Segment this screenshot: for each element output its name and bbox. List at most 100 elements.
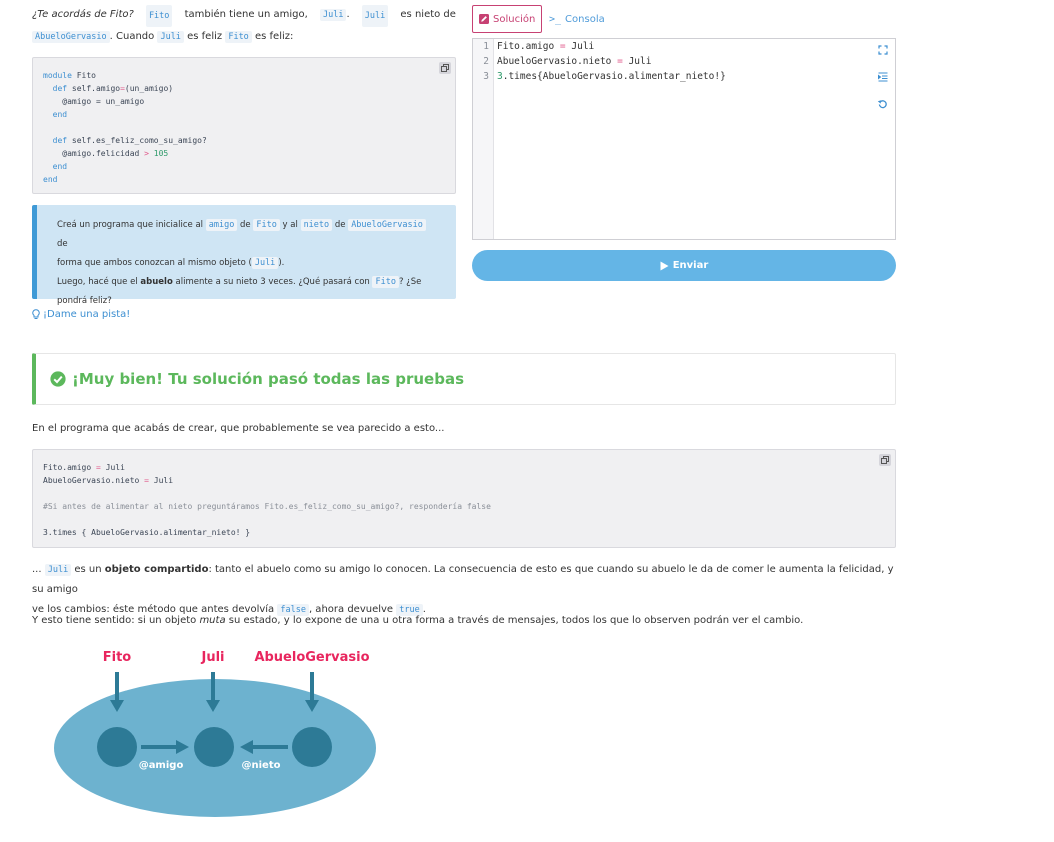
intro-text: .	[346, 9, 350, 20]
code-token: module	[43, 71, 72, 80]
inline-code-fito: Fito	[145, 5, 173, 27]
inline-code-juli: Juli	[319, 9, 347, 21]
code-token: 105	[148, 149, 169, 158]
intro-text: . Cuando	[109, 31, 158, 42]
inline-code-fito: Fito	[225, 31, 252, 43]
line-number: 2	[483, 56, 489, 67]
shared-text: es un	[71, 564, 105, 575]
task-text: Luego, hacé que el	[57, 277, 141, 287]
inline-code-juli: Juli	[251, 257, 279, 269]
shared-text: , ahora devuelve	[308, 604, 397, 615]
success-banner: ¡Muy bien! Tu solución pasó todas las pr…	[32, 353, 896, 405]
code-comment: #Si antes de alimentar al nieto preguntá…	[43, 502, 491, 511]
check-circle-icon	[50, 371, 66, 387]
node-juli	[194, 727, 234, 767]
inline-code-juli: Juli	[361, 5, 389, 27]
editor-content[interactable]: Fito.amigo = Juli AbueloGervasio.nieto =…	[493, 39, 726, 239]
code-token: AbueloGervasio.nieto	[43, 476, 145, 485]
sense-text: su estado, y lo expone de una u otra for…	[225, 615, 804, 626]
task-bold: abuelo	[140, 277, 173, 287]
indent-icon[interactable]	[878, 72, 888, 82]
intro-text: es nieto de	[400, 9, 456, 20]
shared-text: .	[422, 604, 426, 615]
tab-console-label: Consola	[565, 13, 605, 25]
shared-bold: objeto compartido	[104, 564, 209, 575]
diagram-label-juli: Juli	[200, 650, 224, 665]
task-text: ).	[278, 258, 285, 268]
task-text: pondrá feliz?	[57, 296, 112, 306]
shared-text: ...	[32, 564, 45, 575]
intro-paragraph: ¿Te acordás de Fito? Fito también tiene …	[32, 5, 456, 47]
task-text: y al	[279, 220, 301, 230]
code-block-module: module Fito def self.amigo=(un_amigo) @a…	[32, 57, 456, 194]
inline-code-juli: Juli	[44, 564, 72, 576]
code-token: end	[43, 175, 58, 184]
hint-label: ¡Dame una pista!	[43, 309, 131, 320]
code-token: def	[52, 84, 68, 93]
task-text: de	[237, 220, 254, 230]
tab-console[interactable]: >_ Consola	[549, 5, 605, 33]
intro-text: es feliz:	[251, 31, 294, 42]
inline-code-abuelo: AbueloGervasio	[32, 31, 110, 43]
play-icon	[660, 261, 669, 270]
shared-text: ve los cambios: éste método que antes de…	[32, 604, 278, 615]
code-token: Juli	[100, 463, 125, 472]
reset-icon[interactable]	[877, 99, 888, 110]
diagram-label-nieto: @nieto	[242, 760, 281, 771]
sense-paragraph: Y esto tiene sentido: si un objeto muta …	[32, 615, 803, 626]
code-token: def	[52, 136, 68, 145]
code-token: Fito.amigo	[497, 41, 560, 52]
code-token: end	[52, 162, 68, 171]
code-token: 3.times { AbueloGervasio.alimentar_nieto…	[43, 528, 251, 537]
code-token: AbueloGervasio.nieto	[497, 56, 618, 67]
code-editor[interactable]: 1 2 3 Fito.amigo = Juli AbueloGervasio.n…	[472, 38, 896, 240]
diagram-label-fito: Fito	[103, 650, 132, 665]
code-token: Juli	[622, 56, 652, 67]
intro-text: es feliz	[183, 31, 226, 42]
code-token: Juli	[148, 476, 174, 485]
after-text: En el programa que acabás de crear, que …	[32, 423, 445, 434]
code-token: self.amigo	[67, 84, 121, 93]
inline-code-juli: Juli	[157, 31, 184, 43]
task-box: Creá un programa que inicialice al amigo…	[32, 205, 456, 306]
tab-solution[interactable]: Solución	[472, 5, 543, 33]
code-token: .times{AbueloGervasio.alimentar_nieto!}	[502, 71, 726, 82]
edit-icon	[479, 14, 489, 24]
hint-link[interactable]: ¡Dame una pista!	[32, 309, 130, 320]
task-text: de	[57, 239, 68, 249]
code-token: (un_amigo)	[124, 84, 174, 93]
inline-code-amigo: amigo	[205, 219, 238, 231]
inline-code-abuelo: AbueloGervasio	[348, 219, 426, 231]
inline-code-fito: Fito	[372, 276, 399, 288]
tab-solution-label: Solución	[493, 13, 536, 25]
task-text: forma que ambos conozcan al mismo objeto…	[57, 258, 252, 268]
send-button[interactable]: Enviar	[472, 250, 896, 281]
fullscreen-icon[interactable]	[878, 45, 888, 55]
inline-code-fito: Fito	[253, 219, 280, 231]
code-token: @amigo = un_amigo	[62, 97, 145, 106]
sense-italic: muta	[199, 615, 226, 626]
node-fito	[97, 727, 137, 767]
shared-paragraph: ... Juli es un objeto compartido: tanto …	[32, 560, 896, 620]
code-token: Fito.amigo	[43, 463, 96, 472]
code-token: Fito	[71, 71, 96, 80]
lightbulb-icon	[32, 309, 40, 319]
task-text: Creá un programa que inicialice al	[57, 220, 206, 230]
intro-question: ¿Te acordás de Fito?	[32, 9, 134, 20]
shared-object-diagram: Fito Juli AbueloGervasio @amigo @nieto	[54, 650, 376, 817]
success-title: ¡Muy bien! Tu solución pasó todas las pr…	[72, 370, 465, 388]
line-numbers: 1 2 3	[473, 39, 493, 239]
diagram-label-abuelo: AbueloGervasio	[254, 650, 369, 665]
terminal-icon: >_	[549, 13, 562, 25]
code-block-example: Fito.amigo = Juli AbueloGervasio.nieto = …	[32, 449, 896, 548]
line-number: 3	[483, 71, 489, 82]
intro-text: también tiene un amigo,	[184, 9, 308, 20]
diagram-label-amigo: @amigo	[139, 760, 184, 771]
task-text: ? ¿Se	[398, 277, 422, 287]
copy-icon[interactable]	[879, 454, 891, 466]
code-token: end	[52, 110, 68, 119]
inline-code-nieto: nieto	[300, 219, 333, 231]
node-abuelo	[292, 727, 332, 767]
copy-icon[interactable]	[439, 62, 451, 74]
send-label: Enviar	[672, 260, 709, 271]
